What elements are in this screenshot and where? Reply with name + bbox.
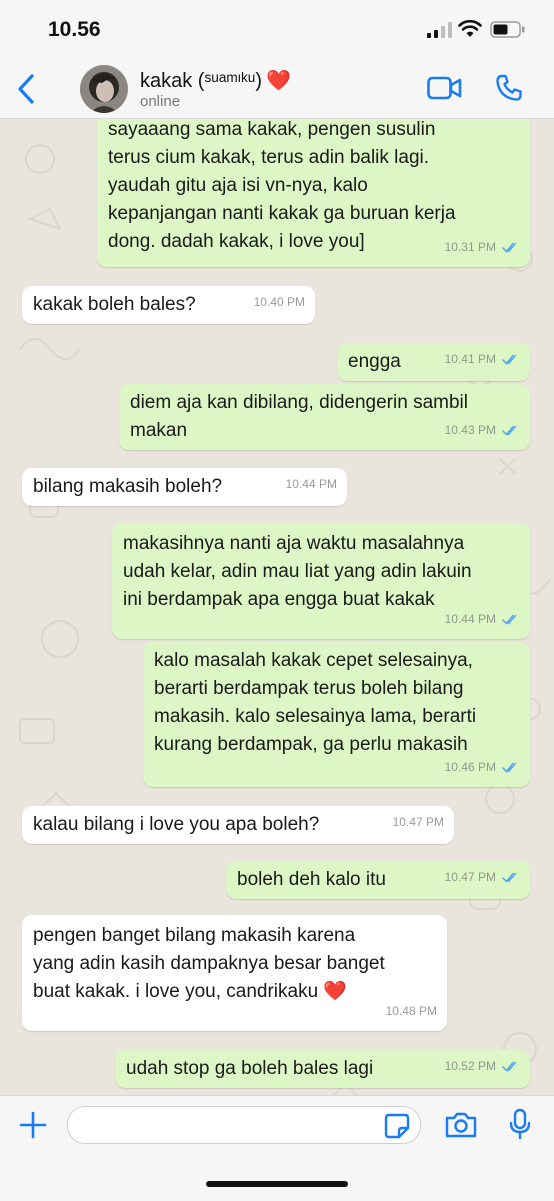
read-receipt-icon: [502, 425, 517, 436]
message-bubble-outgoing[interactable]: makasihnya nanti aja waktu masalahnya ud…: [112, 523, 530, 639]
message-time: 10.44 PM: [444, 612, 496, 626]
message-time: 10.40 PM: [253, 295, 305, 309]
message-text: engga: [348, 351, 401, 372]
message-bubble-outgoing[interactable]: boleh deh kalo itu 10.47 PM: [226, 861, 530, 899]
message-meta: 10.47 PM: [393, 808, 444, 836]
read-receipt-icon: [502, 762, 517, 773]
message-text: pengen banget bilang makasih karena yang…: [33, 925, 385, 1002]
message-time: 10.41 PM: [444, 352, 496, 366]
message-meta: 10.52 PM: [445, 1052, 520, 1080]
battery-icon: [490, 21, 525, 38]
message-bubble-outgoing[interactable]: kalo masalah kakak cepet selesainya, ber…: [143, 642, 530, 787]
message-meta: 10.48 PM: [386, 997, 437, 1025]
message-time: 10.52 PM: [444, 1059, 496, 1073]
contact-name-text: kakak (ˢᵘᵃᵐᶦᵏᵘ): [140, 70, 263, 92]
clock: 10.56: [48, 18, 101, 41]
chat-header: kakak (ˢᵘᵃᵐᶦᵏᵘ) ❤️ online: [0, 58, 554, 119]
message-text: bilang makasih boleh?: [33, 476, 223, 497]
read-receipt-icon: [502, 614, 517, 625]
message-meta: 10.44 PM: [286, 470, 337, 498]
voice-call-icon[interactable]: [494, 73, 524, 103]
message-meta: 10.46 PM: [445, 753, 520, 781]
cellular-signal-icon: [427, 22, 452, 38]
message-bubble-incoming[interactable]: kalau bilang i love you apa boleh? 10.47…: [22, 806, 454, 844]
message-bubble-incoming[interactable]: kakak boleh bales? 10.40 PM: [22, 286, 315, 324]
message-time: 10.44 PM: [285, 477, 337, 491]
message-time: 10.43 PM: [444, 423, 496, 437]
video-call-icon[interactable]: [427, 75, 463, 101]
message-time: 10.46 PM: [444, 760, 496, 774]
message-meta: 10.40 PM: [254, 288, 305, 316]
message-meta: 10.41 PM: [445, 345, 520, 373]
message-bubble-incoming[interactable]: bilang makasih boleh? 10.44 PM: [22, 468, 347, 506]
message-text: kalau bilang i love you apa boleh?: [33, 814, 320, 835]
message-meta: 10.31 PM: [445, 233, 520, 261]
message-bubble-outgoing[interactable]: sayaaang sama kakak, pengen susulin teru…: [97, 119, 530, 267]
microphone-icon[interactable]: [508, 1108, 532, 1140]
read-receipt-icon: [502, 242, 517, 253]
message-text: boleh deh kalo itu: [237, 869, 386, 890]
status-bar: 10.56: [0, 0, 554, 58]
message-input[interactable]: [67, 1106, 421, 1144]
message-text: udah stop ga boleh bales lagi: [126, 1058, 374, 1079]
message-text: kakak boleh bales?: [33, 294, 196, 315]
message-meta: 10.47 PM: [445, 863, 520, 891]
wifi-icon: [458, 20, 482, 37]
attach-plus-icon[interactable]: [18, 1110, 48, 1140]
heart-emoji: ❤️: [266, 70, 291, 92]
message-bubble-outgoing[interactable]: engga 10.41 PM: [337, 343, 530, 381]
message-time: 10.47 PM: [392, 815, 444, 829]
home-indicator[interactable]: [206, 1181, 348, 1187]
message-text: makasihnya nanti aja waktu masalahnya ud…: [123, 533, 472, 610]
presence-status: online: [140, 93, 181, 110]
read-receipt-icon: [502, 872, 517, 883]
contact-name[interactable]: kakak (ˢᵘᵃᵐᶦᵏᵘ) ❤️: [140, 68, 291, 93]
camera-icon[interactable]: [444, 1111, 478, 1139]
back-chevron-icon[interactable]: [14, 72, 40, 106]
message-bubble-outgoing[interactable]: diem aja kan dibilang, didengerin sambil…: [119, 384, 530, 450]
message-bubble-incoming[interactable]: pengen banget bilang makasih karena yang…: [22, 915, 447, 1031]
read-receipt-icon: [502, 354, 517, 365]
avatar-photo-icon: [80, 65, 128, 113]
message-text: diem aja kan dibilang, didengerin sambil…: [130, 392, 468, 441]
message-time: 10.31 PM: [444, 240, 496, 254]
message-text: sayaaang sama kakak, pengen susulin teru…: [108, 119, 456, 252]
message-text: kalo masalah kakak cepet selesainya, ber…: [154, 650, 477, 755]
contact-avatar[interactable]: [80, 65, 128, 113]
message-list[interactable]: sayaaang sama kakak, pengen susulin teru…: [0, 119, 554, 1095]
message-composer: [0, 1095, 554, 1201]
sticker-icon[interactable]: [384, 1113, 410, 1139]
message-bubble-outgoing[interactable]: udah stop ga boleh bales lagi 10.52 PM: [115, 1050, 530, 1088]
message-meta: 10.43 PM: [445, 416, 520, 444]
message-time: 10.48 PM: [385, 1004, 437, 1018]
read-receipt-icon: [502, 1061, 517, 1072]
message-time: 10.47 PM: [444, 870, 496, 884]
message-meta: 10.44 PM: [445, 605, 520, 633]
